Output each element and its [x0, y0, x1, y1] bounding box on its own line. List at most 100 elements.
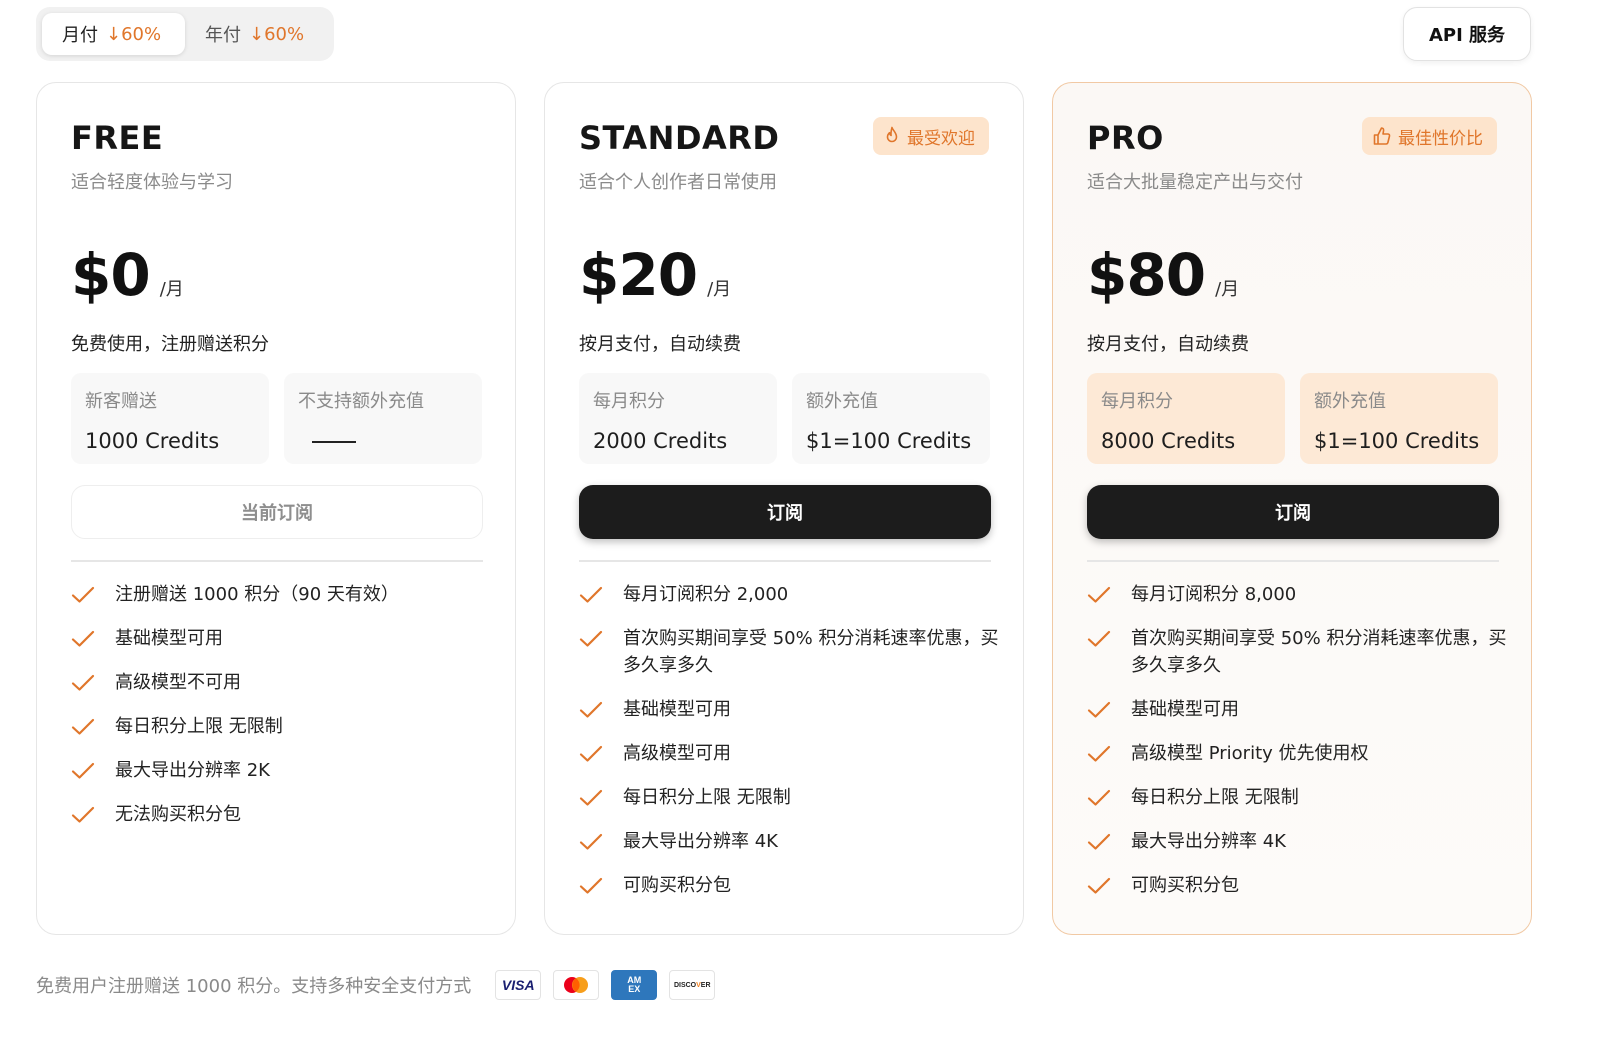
feature-item: 高级模型不可用: [71, 669, 491, 696]
check-icon: [579, 872, 609, 899]
check-icon: [1087, 581, 1117, 608]
price-amount: $20: [579, 241, 698, 309]
feature-text: 首次购买期间享受 50% 积分消耗速率优惠，买多久享多久: [623, 628, 999, 676]
check-icon: [1087, 696, 1117, 723]
best-value-badge: 最佳性价比: [1362, 117, 1497, 155]
credit-value: 1000 Credits: [85, 429, 220, 453]
feature-list: 每月订阅积分 2,000 首次购买期间享受 50% 积分消耗速率优惠，买多久享多久…: [579, 581, 999, 916]
feature-item: 最大导出分辨率 4K: [1087, 828, 1507, 855]
credit-label: 新客赠送: [85, 391, 157, 412]
check-icon: [579, 625, 609, 652]
mastercard-icon: [553, 970, 600, 1000]
feature-item: 每日积分上限 无限制: [1087, 784, 1507, 811]
credit-box-topup: 不支持额外充值: [284, 373, 482, 464]
plan-card-standard: STANDARD 最受欢迎 适合个人创作者日常使用 $20 /月 按月支付，自动…: [544, 82, 1024, 935]
check-icon: [579, 740, 609, 767]
price-note: 按月支付，自动续费: [579, 334, 741, 355]
credit-box-topup: 额外充值 $1=100 Credits: [1300, 373, 1498, 464]
feature-item: 基础模型可用: [579, 696, 999, 723]
plan-card-pro: PRO 最佳性价比 适合大批量稳定产出与交付 $80 /月 按月支付，自动续费 …: [1052, 82, 1532, 935]
feature-text: 每日积分上限 无限制: [1131, 787, 1299, 808]
check-icon: [579, 581, 609, 608]
feature-item: 高级模型可用: [579, 740, 999, 767]
feature-text: 注册赠送 1000 积分（90 天有效）: [115, 584, 399, 605]
feature-text: 高级模型可用: [623, 743, 731, 764]
credit-value: 2000 Credits: [593, 429, 728, 453]
feature-text: 最大导出分辨率 4K: [623, 831, 778, 852]
monthly-label: 月付: [62, 25, 98, 46]
divider: [71, 560, 483, 562]
check-icon: [71, 757, 101, 784]
footer: 免费用户注册赠送 1000 积分。支持多种安全支付方式 VISA AM EX DI…: [36, 968, 716, 1002]
badge-label: 最佳性价比: [1398, 128, 1483, 149]
feature-item: 注册赠送 1000 积分（90 天有效）: [71, 581, 491, 608]
price-unit: /月: [707, 279, 732, 300]
feature-item: 可购买积分包: [1087, 872, 1507, 899]
price-unit: /月: [159, 279, 184, 300]
price-note: 按月支付，自动续费: [1087, 334, 1249, 355]
check-icon: [1087, 828, 1117, 855]
plan-subtitle: 适合个人创作者日常使用: [579, 172, 777, 193]
feature-text: 每月订阅积分 8,000: [1131, 584, 1297, 605]
check-icon: [1087, 625, 1117, 652]
plan-subtitle: 适合轻度体验与学习: [71, 172, 233, 193]
feature-item: 首次购买期间享受 50% 积分消耗速率优惠，买多久享多久: [579, 625, 999, 679]
monthly-discount: ↓60%: [106, 23, 162, 45]
feature-list: 每月订阅积分 8,000 首次购买期间享受 50% 积分消耗速率优惠，买多久享多久…: [1087, 581, 1507, 916]
check-icon: [1087, 872, 1117, 899]
plan-name: STANDARD: [579, 119, 780, 157]
current-plan-button[interactable]: 当前订阅: [71, 485, 483, 539]
feature-list: 注册赠送 1000 积分（90 天有效） 基础模型可用 高级模型不可用 每日积分上限 …: [71, 581, 491, 845]
amex-icon: AM EX: [611, 970, 658, 1000]
feature-item: 基础模型可用: [71, 625, 491, 652]
feature-item: 可购买积分包: [579, 872, 999, 899]
check-icon: [71, 713, 101, 740]
credit-label: 不支持额外充值: [298, 391, 424, 412]
feature-text: 基础模型可用: [115, 628, 223, 649]
feature-item: 基础模型可用: [1087, 696, 1507, 723]
credit-box-monthly: 每月积分 2000 Credits: [579, 373, 777, 464]
feature-text: 首次购买期间享受 50% 积分消耗速率优惠，买多久享多久: [1131, 628, 1507, 676]
check-icon: [579, 828, 609, 855]
popular-badge: 最受欢迎: [873, 117, 989, 155]
plan-name: PRO: [1087, 119, 1164, 157]
feature-item: 无法购买积分包: [71, 801, 491, 828]
flame-icon: [886, 126, 898, 143]
check-icon: [1087, 740, 1117, 767]
price-amount: $80: [1087, 241, 1206, 309]
api-service-button[interactable]: API 服务: [1403, 7, 1531, 61]
subscribe-button[interactable]: 订阅: [1087, 485, 1499, 539]
feature-text: 每日积分上限 无限制: [623, 787, 791, 808]
credit-label: 每月积分: [1101, 391, 1173, 412]
visa-logo-text: VISA: [501, 977, 535, 993]
divider: [1087, 560, 1499, 562]
credit-label: 额外充值: [1314, 391, 1386, 412]
check-icon: [71, 625, 101, 652]
feature-text: 基础模型可用: [623, 699, 731, 720]
billing-option-monthly[interactable]: 月付 ↓60%: [42, 13, 185, 55]
divider: [579, 560, 991, 562]
feature-item: 每月订阅积分 8,000: [1087, 581, 1507, 608]
billing-option-yearly[interactable]: 年付 ↓60%: [185, 13, 328, 55]
feature-item: 最大导出分辨率 4K: [579, 828, 999, 855]
check-icon: [579, 696, 609, 723]
plan-subtitle: 适合大批量稳定产出与交付: [1087, 172, 1303, 193]
credit-box-monthly: 每月积分 8000 Credits: [1087, 373, 1285, 464]
thumbs-up-icon: [1373, 127, 1391, 145]
feature-text: 可购买积分包: [1131, 875, 1239, 896]
credit-value: $1=100 Credits: [806, 429, 972, 453]
subscribe-button[interactable]: 订阅: [579, 485, 991, 539]
feature-text: 每月订阅积分 2,000: [623, 584, 789, 605]
feature-item: 高级模型 Priority 优先使用权: [1087, 740, 1507, 767]
price-note: 免费使用，注册赠送积分: [71, 334, 269, 355]
check-icon: [71, 581, 101, 608]
plan-price: $80 /月: [1087, 241, 1239, 309]
visa-icon: VISA: [495, 970, 542, 1000]
check-icon: [579, 784, 609, 811]
credit-box-topup: 额外充值 $1=100 Credits: [792, 373, 990, 464]
plan-price: $20 /月: [579, 241, 731, 309]
billing-toggle: 月付 ↓60% 年付 ↓60%: [36, 7, 334, 61]
feature-text: 可购买积分包: [623, 875, 731, 896]
feature-item: 每月订阅积分 2,000: [579, 581, 999, 608]
credit-label: 每月积分: [593, 391, 665, 412]
